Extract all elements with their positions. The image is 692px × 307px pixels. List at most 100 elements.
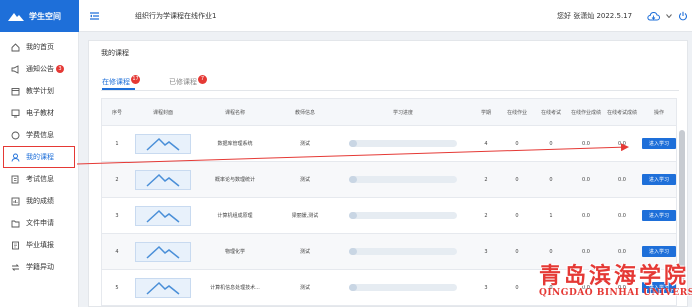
tab-current-courses[interactable]: 在修课程 17 (102, 75, 140, 88)
progress-cell (334, 126, 472, 161)
enter-study-button[interactable]: 进入学习 (642, 174, 676, 185)
watermark-en: QINGDAO BINHAI UNIVERSITY (539, 288, 692, 298)
action-cell: 进入学习 (640, 126, 678, 161)
home-icon (11, 42, 20, 52)
column-header: 操作 (653, 110, 664, 116)
progress-bar (349, 176, 457, 183)
sidebar-item-label: 电子教材 (26, 109, 54, 117)
cell-hw: 0 (515, 140, 519, 147)
sidebar-item-teaching-plan[interactable]: 教学计划 (0, 80, 79, 102)
course-cover-image[interactable] (135, 169, 191, 190)
cell-name: 概率论与数理统计 (214, 177, 255, 183)
cell-name: 计算机信息处理技术... (210, 285, 260, 291)
course-cover (132, 198, 194, 233)
cell-name: 数据库管理系统 (217, 141, 253, 147)
cell-term: 3 (484, 284, 488, 291)
sidebar-item-file-requests[interactable]: 文件申请 (0, 212, 79, 234)
user-greeting: 您好 张潇灿 2022.5.17 (557, 12, 633, 20)
cell-teacher: 测试 (299, 285, 310, 291)
sidebar-item-grades[interactable]: 我的成绩 (0, 190, 79, 212)
sidebar-item-label: 毕业填报 (26, 241, 54, 249)
sidebar-item-tuition[interactable]: 学费信息 (0, 124, 79, 146)
mountain-icon (146, 137, 180, 151)
watermark-cn: 青岛滨海学院 (539, 263, 690, 289)
chart-icon (11, 197, 20, 206)
course-cover-image[interactable] (135, 205, 191, 226)
tab-count-badge: 17 (131, 75, 140, 84)
enter-study-button[interactable]: 进入学习 (642, 210, 676, 221)
user-icon (11, 153, 20, 162)
notice-count-badge: 3 (56, 65, 64, 73)
sidebar-item-notices[interactable]: 通知公告 3 (0, 58, 79, 80)
enter-study-button[interactable]: 进入学习 (642, 246, 676, 257)
table-row: 3 计算机组成原理 梁丽媛,测试 2 0 1 0.0 0.0 进入学习 (101, 198, 677, 234)
section-title: 我的课程 (101, 49, 129, 57)
table-row: 2 概率论与数理统计 测试 2 0 0 0.0 0.0 进入学习 (101, 162, 677, 198)
cell-term: 2 (484, 176, 488, 183)
cell-hw-score: 0.0 (582, 140, 590, 147)
sidebar-item-textbooks[interactable]: 电子教材 (0, 102, 79, 124)
tab-label: 在修课程 (102, 78, 130, 86)
brand-title: 学生空间 (29, 11, 61, 21)
sidebar: 我的首页 通知公告 3 教学计划 电子教材 学费信息 我的课程 考试信息 我的成… (0, 32, 79, 307)
sidebar-item-label: 我的首页 (26, 43, 54, 51)
tab-label: 已修课程 (169, 78, 197, 86)
progress-cell (334, 162, 472, 197)
cell-term: 3 (484, 248, 488, 255)
cell-exam-score: 0.0 (618, 212, 626, 219)
chevron-down-icon[interactable] (662, 9, 676, 23)
table-row: 1 数据库管理系统 测试 4 0 0 0.0 0.0 进入学习 (101, 126, 677, 162)
tab-completed-courses[interactable]: 已修课程 7 (169, 75, 207, 88)
cell-term: 4 (484, 140, 488, 147)
progress-bar (349, 284, 457, 291)
collapse-menu-icon[interactable] (88, 10, 100, 22)
progress-bar (349, 248, 457, 255)
calendar-icon (11, 87, 20, 96)
column-header: 在线作业 (506, 110, 527, 116)
cell-exam-score: 0.0 (618, 176, 626, 183)
column-header: 在线考试成绩 (606, 110, 637, 116)
cloud-download-icon[interactable] (646, 9, 660, 23)
sidebar-item-status-change[interactable]: 学籍异动 (0, 256, 79, 278)
cell-teacher: 测试 (299, 141, 310, 147)
edit-icon (11, 175, 20, 184)
cell-hw-score: 0.0 (582, 212, 590, 219)
column-header: 序号 (111, 110, 122, 116)
progress-bar (349, 212, 457, 219)
progress-cell (334, 234, 472, 269)
enter-study-button[interactable]: 进入学习 (642, 138, 676, 149)
cell-teacher: 测试 (299, 249, 310, 255)
sidebar-item-label: 学籍异动 (26, 263, 54, 271)
progress-fill (349, 140, 357, 147)
mountain-icon (146, 209, 180, 223)
sidebar-item-label: 我的课程 (26, 153, 54, 161)
power-icon[interactable] (676, 9, 690, 23)
progress-fill (349, 284, 357, 291)
sidebar-item-graduation[interactable]: 毕业填报 (0, 234, 79, 256)
column-header: 教师信息 (294, 110, 315, 116)
cell-hw: 0 (515, 176, 519, 183)
sidebar-item-home[interactable]: 我的首页 (0, 36, 79, 58)
action-cell: 进入学习 (640, 162, 678, 197)
sidebar-item-exams[interactable]: 考试信息 (0, 168, 79, 190)
progress-fill (349, 248, 357, 255)
sidebar-item-label: 学费信息 (26, 131, 54, 139)
coin-icon (11, 131, 20, 140)
action-cell: 进入学习 (640, 198, 678, 233)
cell-hw-score: 0.0 (582, 176, 590, 183)
tab-divider (101, 90, 679, 91)
course-cover (132, 126, 194, 161)
course-cover (132, 270, 194, 305)
form-icon (11, 241, 20, 250)
cell-index: 1 (115, 140, 119, 147)
sidebar-item-my-courses[interactable]: 我的课程 (3, 146, 75, 168)
brand[interactable]: 学生空间 (0, 0, 79, 32)
sidebar-item-label: 我的成绩 (26, 197, 54, 205)
course-cover-image[interactable] (135, 241, 191, 262)
school-watermark: 青岛滨海学院 QINGDAO BINHAI UNIVERSITY (539, 258, 692, 304)
course-cover-image[interactable] (135, 133, 191, 154)
sidebar-item-label: 考试信息 (26, 175, 54, 183)
cell-name: 物理化学 (224, 249, 245, 255)
page-heading: 组织行为学课程在线作业1 (135, 12, 217, 20)
course-cover-image[interactable] (135, 277, 191, 298)
